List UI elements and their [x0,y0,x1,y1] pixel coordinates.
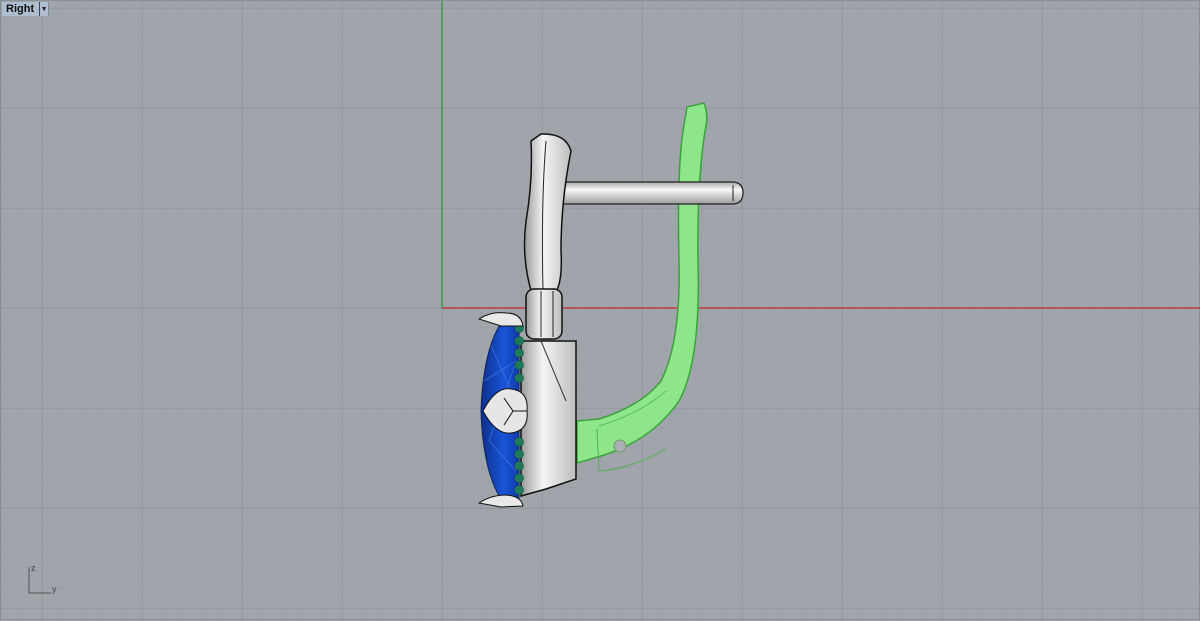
post-rod [560,181,744,205]
axis-label-y: y [52,584,57,594]
viewport-title-tab[interactable]: Right ▼ [2,2,50,16]
accent-stone [514,360,524,370]
accent-stone [514,473,524,483]
major-grid [1,1,1200,621]
accent-stone [514,336,524,346]
hinge [525,288,563,340]
axis-widget-icon [28,567,51,594]
hook-hole [613,439,627,453]
viewport-canvas[interactable] [1,1,1200,621]
accent-stone [514,437,524,447]
accent-stone [514,373,524,383]
setting-body [520,340,577,497]
accent-stone [514,348,524,358]
viewport-menu-dropdown-icon[interactable]: ▼ [39,2,48,16]
viewport-right[interactable]: Right ▼ z y [0,0,1200,621]
accent-stone [514,485,524,495]
viewport-title[interactable]: Right [2,3,39,15]
axis-label-z: z [31,563,36,573]
accent-stone [514,449,524,459]
accent-stone [514,461,524,471]
